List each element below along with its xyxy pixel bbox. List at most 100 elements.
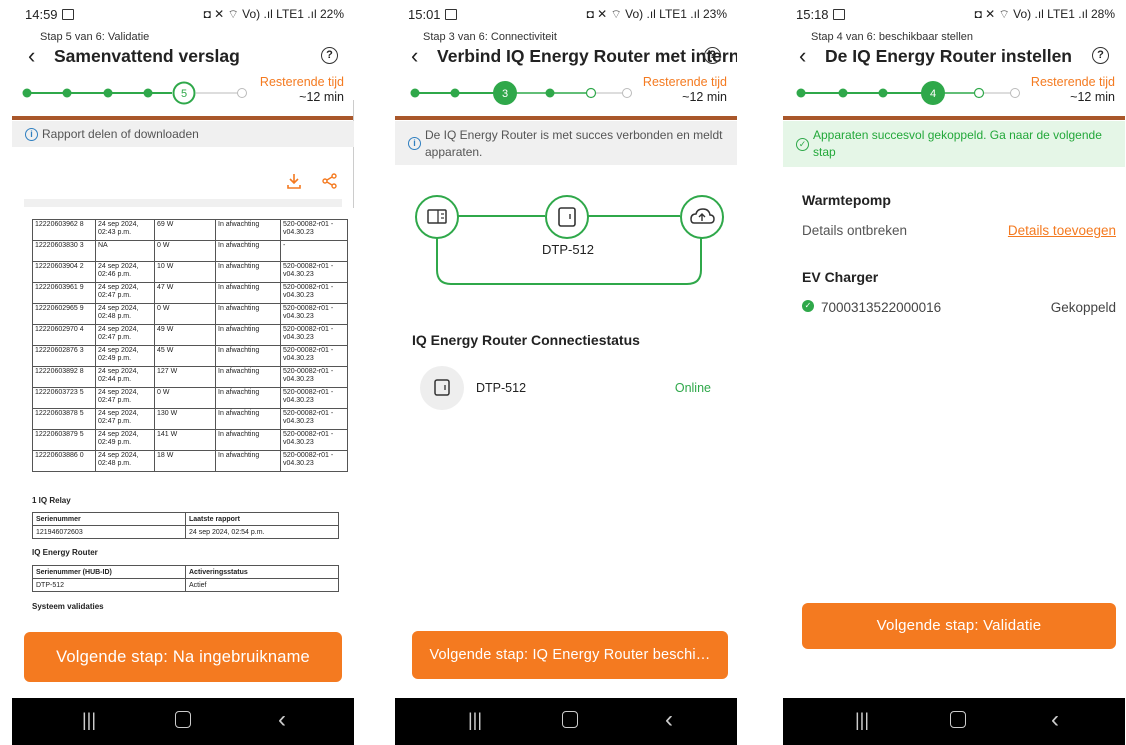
table-row: 12220603723 5 24 sep 2024, 02:47 p.m. 0 WI… — [32, 387, 348, 409]
cell-status: In afwachting — [215, 429, 281, 451]
system-validations-heading: Systeem validaties — [32, 602, 104, 611]
cell-serial: 12220602876 3 — [32, 345, 96, 367]
back-arrow-icon[interactable]: ‹ — [28, 44, 35, 68]
current-step-number: 4 — [930, 88, 936, 100]
cell-serial: 12220603830 3 — [32, 240, 96, 262]
status-bar: 15:18 ◘ ✕ ⌔ Vo) .ıl LTE1 .ıl 28% — [783, 0, 1125, 30]
status-time: 15:18 — [796, 7, 845, 22]
help-icon[interactable]: ? — [321, 47, 338, 64]
router-device-icon — [558, 207, 576, 227]
table-row: 12220603904 2 24 sep 2024, 02:46 p.m. 10 W… — [32, 261, 348, 283]
device-row[interactable]: DTP-512 Online — [415, 363, 717, 413]
remaining-time-label: Resterende tijd — [642, 75, 727, 89]
step-dot-1 — [796, 88, 806, 98]
cell-power: 10 W — [154, 261, 216, 283]
hub-node — [545, 195, 589, 239]
add-details-link[interactable]: Details toevoegen — [1008, 223, 1116, 238]
meter-node — [415, 195, 459, 239]
device-name: DTP-512 — [476, 381, 527, 395]
back-icon[interactable]: ‹ — [278, 706, 286, 734]
cell-power: 49 W — [154, 324, 216, 346]
step-dot-3 — [878, 88, 888, 98]
status-time-text: 14:59 — [25, 7, 58, 22]
cell-firmware: 520-00082-r01 -v04.30.23 — [280, 303, 348, 325]
cell-serial: 12220603886 0 — [32, 450, 96, 472]
phone-screen-connectivity: 15:01 ◘ ✕ ⌔ Vo) .ıl LTE1 .ıl 23% Stap 3 … — [395, 0, 737, 745]
relay-serial: 121946072603 — [32, 525, 186, 539]
relay-heading: 1 IQ Relay — [32, 496, 71, 505]
cell-last-report: 24 sep 2024, 02:44 p.m. — [95, 366, 155, 388]
home-icon[interactable] — [562, 711, 578, 728]
cell-serial: 12220603878 5 — [32, 408, 96, 430]
status-time: 14:59 — [25, 7, 74, 22]
remaining-time: Resterende tijd ~12 min — [1031, 75, 1115, 105]
success-banner: ✓ Apparaten succesvol gekoppeld. Ga naar… — [783, 121, 1125, 167]
next-step-button[interactable]: Volgende stap: Validatie — [802, 603, 1116, 649]
android-nav-bar: ||| ‹ — [783, 698, 1125, 745]
next-step-button[interactable]: Volgende stap: IQ Energy Router beschi… — [412, 631, 728, 679]
step-dot-6 — [1010, 88, 1020, 98]
step-dot-6 — [622, 88, 632, 98]
recents-icon[interactable]: ||| — [468, 710, 482, 731]
info-banner: i Rapport delen of downloaden — [12, 121, 354, 147]
table-row: 12220603961 9 24 sep 2024, 02:47 p.m. 47 W… — [32, 282, 348, 304]
help-icon[interactable]: ? — [704, 47, 721, 64]
cell-status: In afwachting — [215, 345, 281, 367]
remaining-time: Resterende tijd ~12 min — [260, 75, 344, 105]
table-row: 12220602965 9 24 sep 2024, 02:48 p.m. 0 WI… — [32, 303, 348, 325]
step-dot-6 — [237, 88, 247, 98]
step-progress: 5 — [22, 81, 247, 105]
header-separator — [783, 116, 1125, 120]
cell-last-report: 24 sep 2024, 02:47 p.m. — [95, 387, 155, 409]
page-title: Samenvattend verslag — [54, 46, 240, 66]
back-arrow-icon[interactable]: ‹ — [411, 44, 418, 68]
cloud-node — [680, 195, 724, 239]
step-subtitle: Stap 4 van 6: beschikbaar stellen — [811, 31, 974, 43]
cell-status: In afwachting — [215, 408, 281, 430]
cell-last-report: 24 sep 2024, 02:49 p.m. — [95, 429, 155, 451]
back-icon[interactable]: ‹ — [1051, 706, 1059, 734]
back-icon[interactable]: ‹ — [665, 706, 673, 734]
cell-last-report: NA — [95, 240, 155, 262]
next-step-button[interactable]: Volgende stap: Na ingebruikname — [24, 632, 342, 682]
cell-last-report: 24 sep 2024, 02:48 p.m. — [95, 450, 155, 472]
hub-label: DTP-512 — [541, 242, 595, 257]
cell-firmware: 520-00082-r01 -v04.30.23 — [280, 219, 348, 241]
cell-last-report: 24 sep 2024, 02:47 p.m. — [95, 408, 155, 430]
cell-serial: 12220603892 8 — [32, 366, 96, 388]
table-row: 12220602970 4 24 sep 2024, 02:47 p.m. 49 W… — [32, 324, 348, 346]
relay-table: Serienummer Laatste rapport 121946072603… — [32, 512, 339, 539]
info-icon: i — [25, 128, 38, 141]
step-progress: 3 — [410, 81, 632, 105]
step-progress: 4 — [796, 81, 1020, 105]
header-separator — [395, 116, 737, 120]
title-bar: ‹ Samenvattend verslag ? — [26, 44, 342, 70]
cell-firmware: 520-00082-r01 -v04.30.23 — [280, 387, 348, 409]
ev-charger-title: EV Charger — [802, 269, 879, 285]
cell-firmware: - — [280, 240, 348, 262]
cell-power: 69 W — [154, 219, 216, 241]
gallery-notification-icon — [832, 9, 845, 20]
device-status: Online — [674, 381, 711, 395]
cell-last-report: 24 sep 2024, 02:47 p.m. — [95, 282, 155, 304]
heatpump-details: Details ontbreken — [802, 223, 908, 238]
remaining-time-label: Resterende tijd — [1030, 75, 1115, 89]
router-serial: DTP-512 — [32, 578, 186, 592]
home-icon[interactable] — [175, 711, 191, 728]
home-icon[interactable] — [950, 711, 966, 728]
share-icon[interactable] — [321, 172, 339, 190]
status-signal: ◘ ✕ ⌔ Vo) .ıl LTE1 .ıl 22% — [203, 7, 344, 21]
cell-status: In afwachting — [215, 261, 281, 283]
step-dot-2 — [62, 88, 72, 98]
cell-status: In afwachting — [215, 387, 281, 409]
router-header-serial: Serienummer (HUB-ID) — [32, 565, 186, 579]
help-icon[interactable]: ? — [1092, 47, 1109, 64]
meter-icon — [427, 209, 447, 224]
download-icon[interactable] — [285, 172, 303, 190]
recents-icon[interactable]: ||| — [82, 710, 96, 731]
cell-status: In afwachting — [215, 219, 281, 241]
phone-screen-provisioning: 15:18 ◘ ✕ ⌔ Vo) .ıl LTE1 .ıl 28% Stap 4 … — [783, 0, 1125, 745]
back-arrow-icon[interactable]: ‹ — [799, 44, 806, 68]
step-subtitle: Stap 5 van 6: Validatie — [40, 31, 150, 43]
recents-icon[interactable]: ||| — [855, 710, 869, 731]
